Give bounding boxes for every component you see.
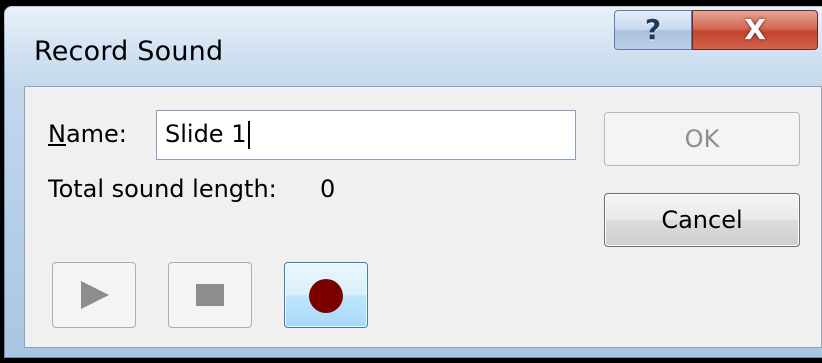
close-icon: X bbox=[744, 13, 766, 46]
help-button[interactable]: ? bbox=[614, 10, 692, 50]
name-label-accelerator: N bbox=[48, 120, 66, 148]
total-sound-length-value: 0 bbox=[320, 175, 336, 203]
stop-icon bbox=[196, 284, 224, 306]
play-button[interactable] bbox=[52, 262, 136, 328]
name-input-value: Slide 1 bbox=[165, 120, 247, 148]
record-button[interactable] bbox=[284, 262, 368, 328]
name-input[interactable]: Slide 1 bbox=[156, 110, 576, 160]
help-icon: ? bbox=[644, 13, 662, 46]
stop-button[interactable] bbox=[168, 262, 252, 328]
name-label: Name: bbox=[48, 120, 127, 148]
dialog-title: Record Sound bbox=[34, 36, 224, 67]
close-button[interactable]: X bbox=[692, 10, 818, 50]
record-icon bbox=[309, 279, 343, 313]
total-sound-length-label: Total sound length: bbox=[48, 175, 277, 203]
name-label-text: ame: bbox=[65, 120, 127, 148]
cancel-button[interactable]: Cancel bbox=[604, 193, 800, 247]
ok-button[interactable]: OK bbox=[604, 112, 800, 166]
play-icon bbox=[81, 281, 109, 309]
text-caret bbox=[248, 121, 251, 149]
